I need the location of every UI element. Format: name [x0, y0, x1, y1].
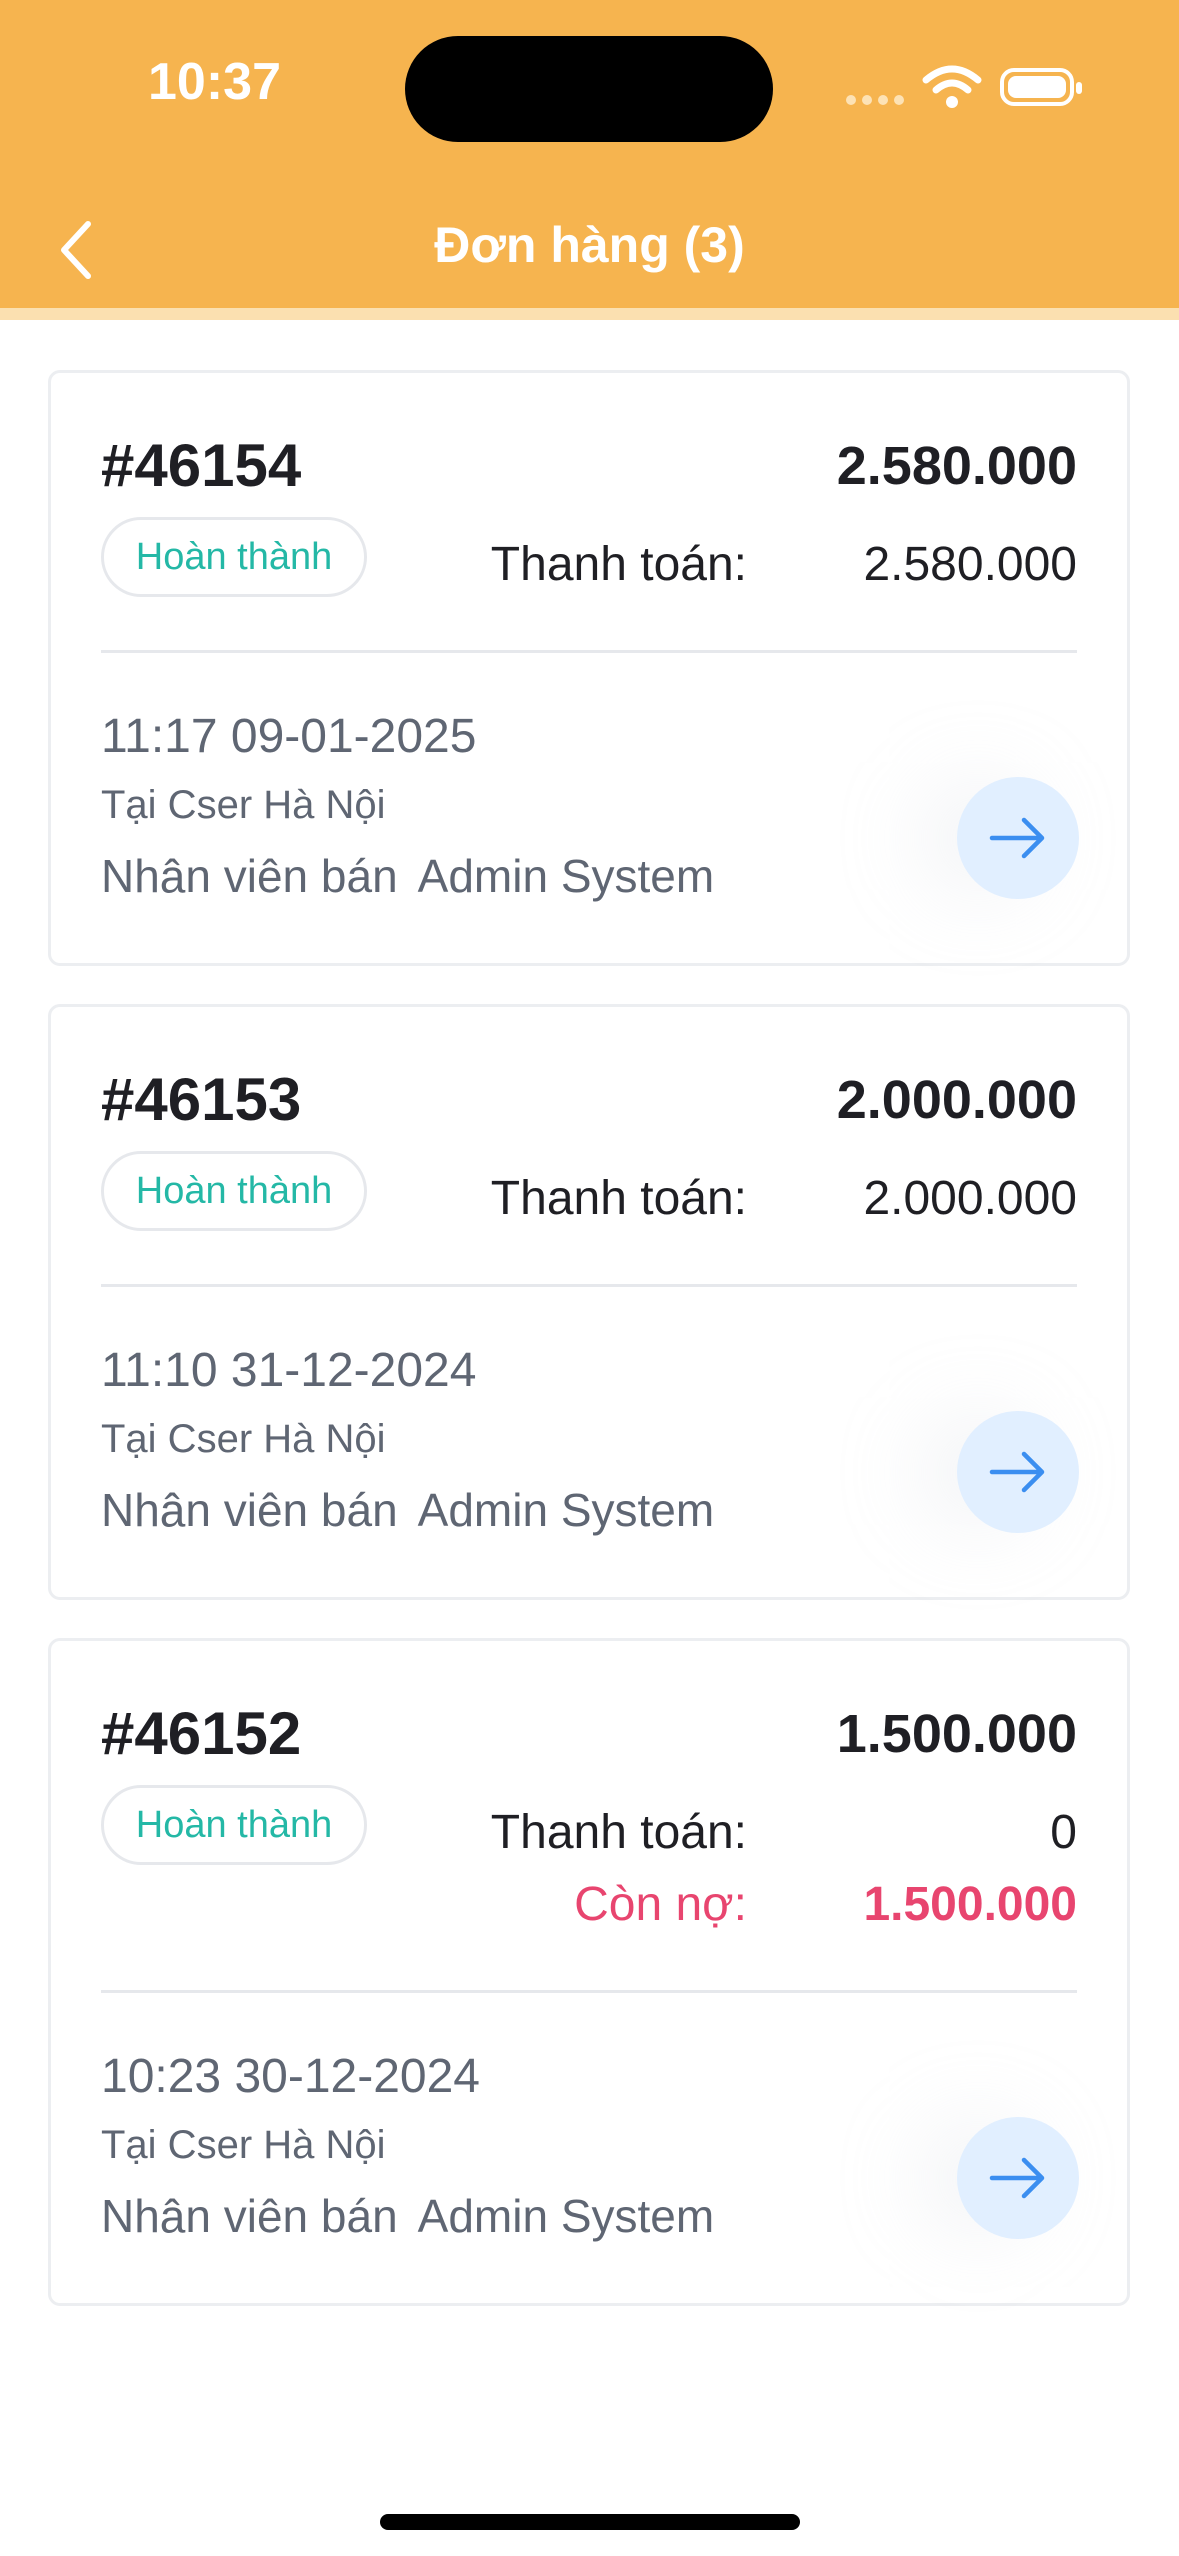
cellular-signal-icon — [846, 93, 906, 107]
status-badge: Hoàn thành — [101, 517, 367, 597]
order-total: 1.500.000 — [836, 1704, 1077, 1764]
app-header: 10:37 Đơn hàng (3) — [0, 0, 1179, 320]
status-bar-time: 10:37 — [148, 53, 281, 111]
order-card[interactable]: #46152 1.500.000 Hoàn thành Thanh toán: … — [48, 1638, 1130, 2306]
status-badge: Hoàn thành — [101, 1151, 367, 1231]
order-id: #46153 — [101, 1066, 302, 1133]
payment-label: Thanh toán: — [490, 1172, 747, 1225]
order-summary: #46152 1.500.000 Hoàn thành Thanh toán: … — [51, 1641, 1127, 1993]
order-list: #46154 2.580.000 Hoàn thành Thanh toán: … — [48, 370, 1130, 2344]
order-store: Tại Cser Hà Nội — [101, 2123, 386, 2167]
order-details: 11:17 09-01-2025 Tại Cser Hà Nội Nhân vi… — [51, 653, 1127, 963]
home-indicator — [380, 2514, 800, 2530]
seller-name: Admin System — [417, 850, 715, 902]
order-datetime: 10:23 30-12-2024 — [101, 2050, 480, 2103]
order-summary: #46153 2.000.000 Hoàn thành Thanh toán: … — [51, 1007, 1127, 1287]
payment-label: Thanh toán: — [490, 1806, 747, 1859]
order-datetime: 11:17 09-01-2025 — [101, 710, 477, 763]
order-seller: Nhân viên bán Admin System — [101, 1483, 714, 1537]
debt-amount: 1.500.000 — [863, 1878, 1077, 1931]
arrow-right-icon — [989, 817, 1045, 859]
order-total: 2.000.000 — [836, 1070, 1077, 1130]
debt-label: Còn nợ: — [574, 1878, 747, 1931]
order-id: #46152 — [101, 1700, 302, 1767]
seller-name: Admin System — [417, 1484, 715, 1536]
order-details: 11:10 31-12-2024 Tại Cser Hà Nội Nhân vi… — [51, 1287, 1127, 1597]
arrow-right-icon — [989, 1451, 1045, 1493]
order-datetime: 11:10 31-12-2024 — [101, 1344, 477, 1397]
order-store: Tại Cser Hà Nội — [101, 1417, 386, 1461]
payment-label: Thanh toán: — [490, 538, 747, 591]
seller-name: Admin System — [417, 2190, 715, 2242]
wifi-icon — [922, 65, 982, 108]
view-order-button[interactable] — [957, 2117, 1079, 2239]
view-order-button[interactable] — [957, 777, 1079, 899]
status-badge: Hoàn thành — [101, 1785, 367, 1865]
dynamic-island — [405, 36, 773, 142]
header-underline — [0, 308, 1179, 320]
order-card[interactable]: #46153 2.000.000 Hoàn thành Thanh toán: … — [48, 1004, 1130, 1600]
payment-amount: 0 — [1050, 1806, 1077, 1859]
order-seller: Nhân viên bán Admin System — [101, 2189, 714, 2243]
order-total: 2.580.000 — [836, 436, 1077, 496]
page-title: Đơn hàng (3) — [434, 217, 745, 273]
order-summary: #46154 2.580.000 Hoàn thành Thanh toán: … — [51, 373, 1127, 653]
order-details: 10:23 30-12-2024 Tại Cser Hà Nội Nhân vi… — [51, 1993, 1127, 2303]
order-store: Tại Cser Hà Nội — [101, 783, 386, 827]
order-id: #46154 — [101, 432, 302, 499]
battery-icon — [1000, 68, 1082, 106]
seller-label: Nhân viên bán — [101, 850, 398, 902]
payment-amount: 2.580.000 — [863, 538, 1077, 591]
order-card[interactable]: #46154 2.580.000 Hoàn thành Thanh toán: … — [48, 370, 1130, 966]
arrow-right-icon — [989, 2157, 1045, 2199]
payment-amount: 2.000.000 — [863, 1172, 1077, 1225]
view-order-button[interactable] — [957, 1411, 1079, 1533]
seller-label: Nhân viên bán — [101, 1484, 398, 1536]
seller-label: Nhân viên bán — [101, 2190, 398, 2242]
order-seller: Nhân viên bán Admin System — [101, 849, 714, 903]
